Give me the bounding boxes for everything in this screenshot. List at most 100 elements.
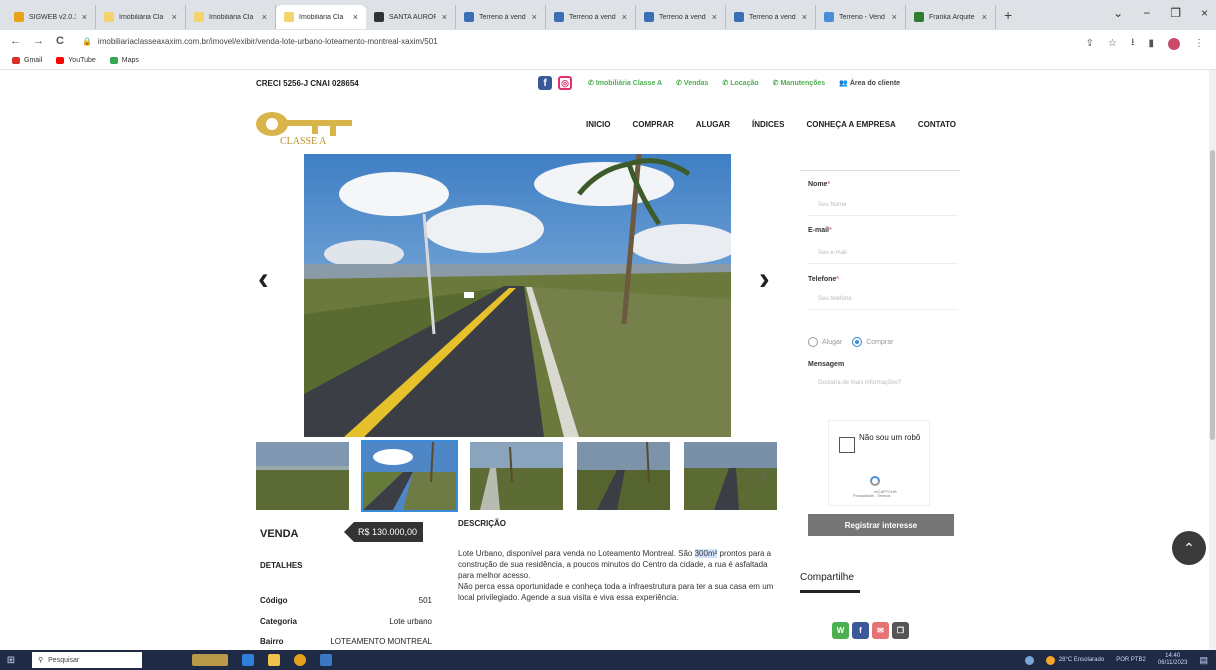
restore-button[interactable]: ❐: [1170, 6, 1181, 20]
top-link[interactable]: ✆ Vendas: [676, 79, 708, 87]
new-tab-button[interactable]: +: [1004, 7, 1012, 23]
next-photo-button[interactable]: ›: [759, 260, 770, 297]
top-link[interactable]: ✆ Manutenções: [773, 79, 826, 87]
back-icon[interactable]: ←: [10, 35, 21, 47]
tab-close-icon[interactable]: ×: [442, 12, 447, 22]
side-panel-icon[interactable]: ▮: [1148, 38, 1154, 49]
tab-close-icon[interactable]: ×: [353, 12, 358, 22]
classe-a-logo[interactable]: CLASSE A: [252, 106, 362, 148]
download-icon[interactable]: ⭳: [1131, 35, 1135, 52]
captcha-checkbox[interactable]: [839, 437, 855, 453]
menu-item[interactable]: ALUGAR: [696, 120, 730, 129]
forward-icon[interactable]: →: [33, 35, 44, 47]
tab-close-icon[interactable]: ×: [982, 12, 987, 22]
browser-tab[interactable]: Imobiliária Cla ×: [96, 5, 186, 29]
tab-close-icon[interactable]: ×: [802, 12, 807, 22]
url-field[interactable]: 🔒 imobiliariaclasseaxaxim.com.br/imovel/e…: [82, 37, 438, 46]
copy-link-button[interactable]: ❐: [892, 622, 909, 639]
tab-close-icon[interactable]: ×: [532, 12, 537, 22]
browser-tab[interactable]: Terreno - Vend ×: [816, 5, 906, 29]
browser-tab[interactable]: Imobiliária Cla ×: [276, 5, 366, 29]
tab-favicon-icon: [644, 12, 654, 22]
property-photo[interactable]: [304, 154, 731, 437]
email-field[interactable]: Seu e-mail: [808, 244, 958, 264]
scroll-to-top-button[interactable]: ⌃: [1172, 531, 1206, 565]
taskbar-widget-icon[interactable]: [192, 654, 228, 666]
facebook-icon[interactable]: f: [538, 76, 552, 90]
menu-item[interactable]: CONTATO: [918, 120, 956, 129]
taskbar-search[interactable]: ⚲ Pesquisar: [32, 652, 142, 668]
thumbnail[interactable]: [577, 442, 670, 510]
previous-photo-button[interactable]: ‹: [258, 260, 269, 297]
menu-item[interactable]: CONHEÇA A EMPRESA: [806, 120, 895, 129]
start-button[interactable]: ⊞: [0, 650, 22, 670]
bookmark-icon: [12, 57, 20, 64]
reload-icon[interactable]: C: [56, 35, 64, 47]
email-share-button[interactable]: ✉: [872, 622, 889, 639]
recaptcha-links[interactable]: Privacidade - Termos: [853, 493, 891, 498]
bookmark-youtube[interactable]: YouTube: [56, 57, 96, 64]
message-field[interactable]: Gostaria de mais informações?: [808, 375, 956, 413]
price-tag: R$ 130.000,00: [344, 522, 424, 542]
register-interest-button[interactable]: Registrar interesse: [808, 514, 954, 536]
tab-close-icon[interactable]: ×: [82, 12, 87, 22]
thumbnail[interactable]: [470, 442, 563, 510]
chrome-icon[interactable]: [294, 654, 306, 666]
tab-search-icon[interactable]: ⌄: [1113, 6, 1123, 20]
browser-tab[interactable]: Terreno à vend ×: [726, 5, 816, 29]
menu-icon[interactable]: ⋮: [1194, 38, 1204, 49]
facebook-share-button[interactable]: f: [852, 622, 869, 639]
app-icon[interactable]: [320, 654, 332, 666]
menu-item[interactable]: COMPRAR: [632, 120, 673, 129]
detail-key: Bairro: [260, 637, 284, 646]
thumbnail[interactable]: [256, 442, 349, 510]
browser-tab[interactable]: SANTA AURORA ×: [366, 5, 456, 29]
thumbnails-next-button[interactable]: ›: [760, 465, 767, 488]
tab-close-icon[interactable]: ×: [712, 12, 717, 22]
browser-tab[interactable]: Imobiliária Cla ×: [186, 5, 276, 29]
top-link[interactable]: ✆ Locação: [722, 79, 758, 87]
tab-close-icon[interactable]: ×: [622, 12, 627, 22]
scrollbar-thumb[interactable]: [1210, 150, 1215, 440]
radio-rent[interactable]: Alugar: [808, 337, 842, 347]
browser-tab[interactable]: Terreno à vend ×: [636, 5, 726, 29]
instagram-icon[interactable]: ◎: [558, 76, 572, 90]
close-window-button[interactable]: ×: [1201, 6, 1208, 20]
browser-tab[interactable]: Terreno à vend ×: [456, 5, 546, 29]
tab-title: Terreno - Vend: [839, 13, 885, 21]
browser-tab[interactable]: Franka Arquite ×: [906, 5, 996, 29]
share-icon[interactable]: ⇪: [1086, 38, 1094, 49]
system-tray: 28°C Ensolarado POR PTB2 14:40 06/11/2023…: [1024, 653, 1208, 667]
menu-item[interactable]: INICIO: [586, 120, 610, 129]
profile-avatar[interactable]: [1168, 37, 1180, 50]
top-link[interactable]: ✆ Imobiliária Classe A: [588, 79, 662, 87]
bookmark-star-icon[interactable]: ☆: [1108, 38, 1117, 49]
radio-buy[interactable]: Comprar: [852, 337, 893, 347]
notifications-icon[interactable]: ▤: [1199, 655, 1208, 666]
bookmark-maps[interactable]: Maps: [109, 57, 139, 64]
menu-item[interactable]: ÍNDICES: [752, 120, 784, 129]
file-explorer-icon[interactable]: [268, 654, 280, 666]
tab-close-icon[interactable]: ×: [172, 12, 177, 22]
top-link-label: Imobiliária Classe A: [595, 80, 663, 87]
thumbnail[interactable]: [361, 440, 458, 512]
tab-close-icon[interactable]: ×: [892, 12, 897, 22]
sun-icon: [1045, 655, 1055, 665]
name-label: Nome*: [808, 181, 830, 188]
edge-icon[interactable]: [242, 654, 254, 666]
required-mark: *: [827, 181, 831, 188]
client-area-link[interactable]: 👥 Área do cliente: [839, 79, 900, 87]
phone-field[interactable]: Seu telefone: [808, 290, 958, 310]
name-field[interactable]: Seu Nome: [808, 196, 958, 216]
weather-widget[interactable]: 28°C Ensolarado: [1045, 655, 1104, 665]
clock[interactable]: 14:40 06/11/2023: [1158, 653, 1188, 667]
bookmark-gmail[interactable]: Gmail: [12, 57, 42, 64]
browser-tab[interactable]: SIGWEB v2.0.1 ×: [6, 5, 96, 29]
tab-close-icon[interactable]: ×: [262, 12, 267, 22]
language-indicator[interactable]: POR PTB2: [1116, 657, 1146, 663]
browser-tab[interactable]: Terreno à vend ×: [546, 5, 636, 29]
captcha-label: Não sou um robô: [859, 433, 921, 442]
tray-app-icon[interactable]: [1024, 655, 1034, 665]
minimize-button[interactable]: −: [1143, 6, 1150, 20]
whatsapp-share-button[interactable]: W: [832, 622, 849, 639]
